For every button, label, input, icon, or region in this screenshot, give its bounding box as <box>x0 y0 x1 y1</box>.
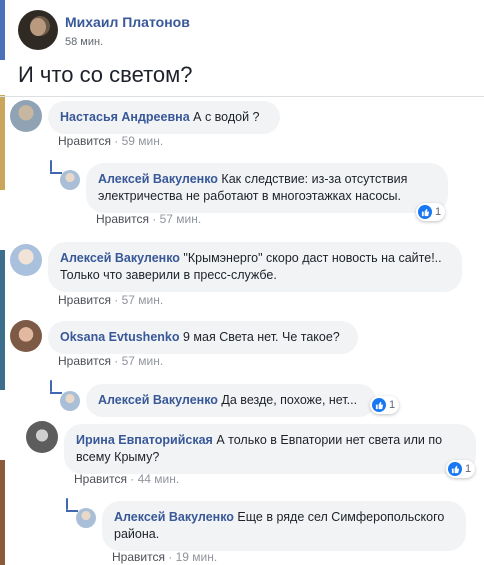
comment-author[interactable]: Алексей Вакуленко <box>98 393 218 407</box>
thread-line <box>50 380 52 392</box>
thread-connector <box>66 510 78 512</box>
reaction-count[interactable]: 1 <box>416 203 446 221</box>
thumbs-up-icon <box>372 398 386 412</box>
like-link[interactable]: Нравится <box>58 354 111 368</box>
reaction-number: 1 <box>389 399 396 411</box>
comment-author[interactable]: Алексей Вакуленко <box>114 510 234 524</box>
comment-avatar[interactable] <box>60 391 80 411</box>
comment-meta: Нравится · 57 мин. <box>96 212 201 226</box>
thread-line <box>66 498 68 510</box>
comment-meta: Нравится · 44 мин. <box>74 472 179 486</box>
like-link[interactable]: Нравится <box>58 134 111 148</box>
comment-avatar[interactable] <box>76 508 96 528</box>
comment-avatar[interactable] <box>10 100 42 132</box>
reaction-number: 1 <box>465 463 472 475</box>
comment-author[interactable]: Алексей Вакуленко <box>98 172 218 186</box>
thread-connector <box>50 392 62 394</box>
like-link[interactable]: Нравится <box>96 212 149 226</box>
comment-time[interactable]: 57 мин. <box>122 354 164 368</box>
comment-meta: Нравится · 57 мин. <box>58 354 163 368</box>
comment-avatar[interactable] <box>10 320 42 352</box>
comment-bubble: Алексей Вакуленко Еще в ряде сел Симферо… <box>102 501 466 551</box>
reaction-count[interactable]: 1 <box>370 396 400 414</box>
comment-time[interactable]: 44 мин. <box>138 472 180 486</box>
like-link[interactable]: Нравится <box>74 472 127 486</box>
comment-meta: Нравится · 59 мин. <box>58 134 163 148</box>
post-divider <box>0 96 484 97</box>
comment-bubble: Алексей Вакуленко Как следствие: из-за о… <box>86 163 448 213</box>
comment-text: Да везде, похоже, нет... <box>221 393 358 407</box>
comment-author[interactable]: Настасья Андреевна <box>60 110 190 124</box>
thumbs-up-icon <box>448 462 462 476</box>
comment-avatar[interactable] <box>60 170 80 190</box>
like-link[interactable]: Нравится <box>58 293 111 307</box>
comment-avatar[interactable] <box>26 421 58 453</box>
comment-bubble: Настасья Андреевна А с водой ? <box>48 101 280 134</box>
meta-separator: · <box>126 472 138 486</box>
meta-separator: · <box>148 212 160 226</box>
comment-author[interactable]: Oksana Evtushenko <box>60 330 180 344</box>
comment-author[interactable]: Ирина Евпаторийская <box>76 433 213 447</box>
thread-line <box>50 160 52 172</box>
comment-time[interactable]: 57 мин. <box>160 212 202 226</box>
comment-author[interactable]: Алексей Вакуленко <box>60 251 180 265</box>
meta-separator: · <box>110 354 122 368</box>
reaction-number: 1 <box>435 206 442 218</box>
comment-meta: Нравится · 19 мин. <box>112 550 217 564</box>
post-text: И что со светом? <box>18 62 193 87</box>
comment-time[interactable]: 59 мин. <box>122 134 164 148</box>
meta-separator: · <box>110 134 122 148</box>
reaction-count[interactable]: 1 <box>446 460 476 478</box>
comment-bubble: Ирина Евпаторийская А только в Евпатории… <box>64 424 476 474</box>
comment-time[interactable]: 19 мин. <box>176 550 218 564</box>
comment-text: 9 мая Света нет. Че такое? <box>182 330 340 344</box>
post-timestamp[interactable]: 58 мин. <box>65 36 103 48</box>
thread-connector <box>50 172 62 174</box>
like-link[interactable]: Нравится <box>112 550 165 564</box>
meta-separator: · <box>164 550 176 564</box>
meta-separator: · <box>110 293 122 307</box>
comment-bubble: Алексей Вакуленко Да везде, похоже, нет.… <box>86 384 376 417</box>
comment-meta: Нравится · 57 мин. <box>58 293 163 307</box>
comment-avatar[interactable] <box>10 244 42 276</box>
left-edge-strip <box>0 0 5 565</box>
comment-time[interactable]: 57 мин. <box>122 293 164 307</box>
thumbs-up-icon <box>418 205 432 219</box>
comment-bubble: Oksana Evtushenko 9 мая Света нет. Че та… <box>48 321 358 354</box>
post-author-name[interactable]: Михаил Платонов <box>65 14 190 30</box>
post-author-avatar[interactable] <box>18 10 58 50</box>
comment-text: А с водой ? <box>193 110 260 124</box>
comment-bubble: Алексей Вакуленко "Крымэнерго" скоро дас… <box>48 242 462 292</box>
